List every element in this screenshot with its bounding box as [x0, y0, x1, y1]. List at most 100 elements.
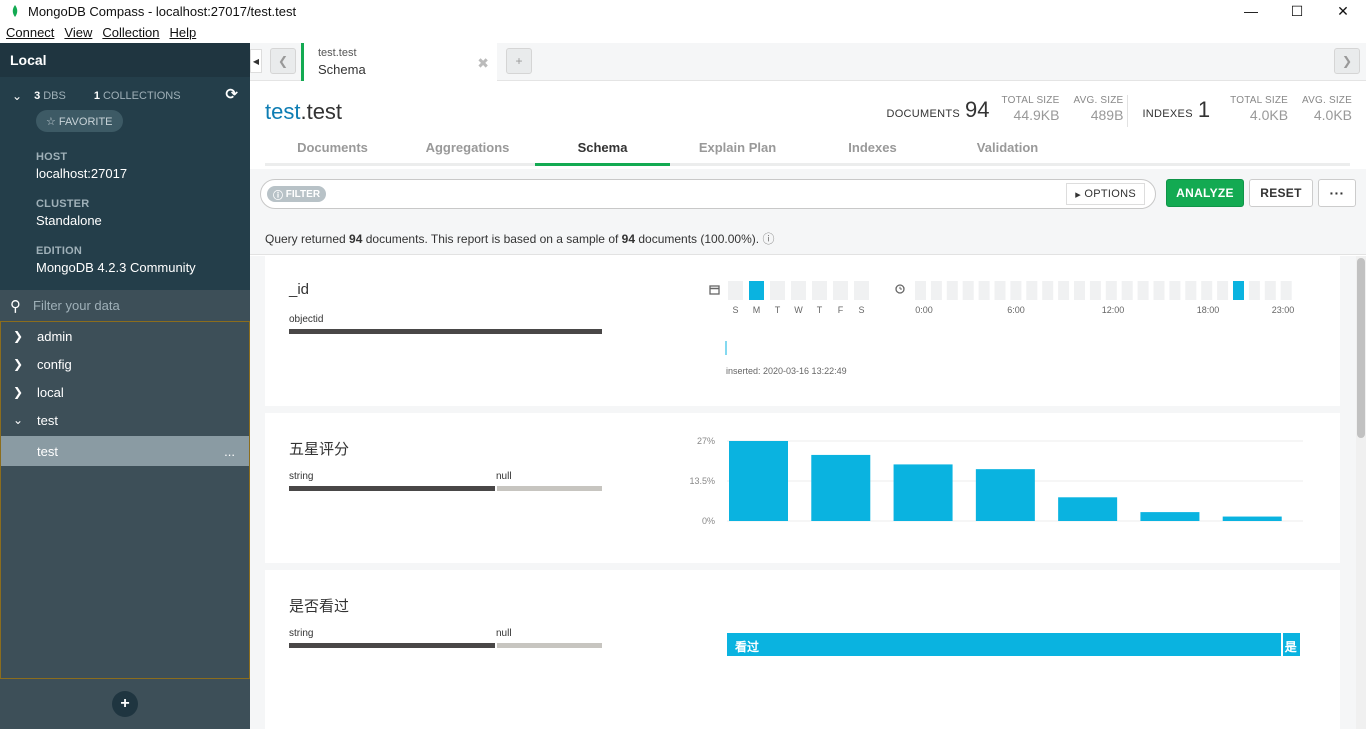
database-name: config [37, 356, 72, 372]
day-label: T [817, 305, 823, 315]
chart-bar[interactable] [1058, 497, 1118, 521]
type-bar-string[interactable] [289, 643, 495, 648]
type-bar-null[interactable] [497, 643, 602, 648]
menu-help[interactable]: Help [169, 25, 196, 40]
clock-icon [895, 284, 905, 294]
chart-bar[interactable] [893, 464, 953, 521]
day-label: S [858, 305, 864, 315]
tab-forward-button[interactable]: ❯ [1334, 48, 1360, 74]
close-icon[interactable]: ✖ [477, 55, 489, 72]
instance-details: HOST localhost:27017 CLUSTER Standalone … [0, 145, 250, 290]
value-bar-segment[interactable]: 是 [1282, 633, 1300, 656]
page-title: test.test [265, 99, 342, 125]
more-options-button[interactable]: ··· [1318, 179, 1356, 207]
database-name: test [37, 412, 58, 428]
tab-explain-plan[interactable]: Explain Plan [670, 130, 805, 163]
database-name: admin [37, 328, 73, 344]
tab-test-test[interactable]: test.test Schema ✖ [301, 43, 497, 81]
hour-label: 18:00 [1197, 305, 1220, 315]
tab-validation[interactable]: Validation [940, 130, 1075, 163]
type-bar-null[interactable] [497, 486, 602, 491]
chart-bar[interactable] [1140, 512, 1200, 521]
hour-bar [1153, 281, 1165, 300]
mongodb-leaf-icon [10, 5, 20, 17]
day-bar [854, 281, 869, 300]
hour-bar [1248, 281, 1260, 300]
options-button[interactable]: ▸ OPTIONS [1066, 183, 1145, 205]
y-tick-label: 0% [702, 516, 715, 526]
calendar-icon [709, 285, 720, 295]
tab-documents[interactable]: Documents [265, 130, 400, 163]
chart-bar[interactable] [975, 469, 1035, 521]
hour-label: 0:00 [915, 305, 933, 315]
tab-subtitle: Schema [318, 62, 366, 77]
hour-bar [994, 281, 1006, 300]
type-bar-string[interactable] [289, 486, 495, 491]
window-title: MongoDB Compass - localhost:27017/test.t… [28, 3, 297, 19]
hour-bar [1137, 281, 1149, 300]
day-label: M [753, 305, 761, 315]
analyze-button[interactable]: ANALYZE [1166, 179, 1244, 207]
hour-label: 6:00 [1007, 305, 1025, 315]
collection-more-button[interactable]: ... [224, 444, 235, 459]
avg-size-label: AVG. SIZE [1073, 95, 1124, 106]
info-icon[interactable]: ⓘ [762, 232, 774, 246]
database-name: local [37, 384, 64, 400]
tab-schema[interactable]: Schema [535, 130, 670, 166]
documents-count: 94 [965, 97, 990, 122]
sidebar-item-test[interactable]: ⌄ test [1, 406, 249, 434]
value-bar-segment[interactable]: 看过 [727, 633, 1283, 656]
hour-bar [978, 281, 990, 300]
filter-query-input[interactable]: ⓘ FILTER ▸ OPTIONS [260, 179, 1156, 209]
add-database-button[interactable]: + [112, 691, 138, 717]
hour-bar [1185, 281, 1197, 300]
type-label: null [496, 628, 512, 639]
scrollbar-thumb[interactable] [1357, 258, 1365, 438]
day-bar [749, 281, 764, 300]
menu-bar: Connect View Collection Help [0, 22, 1366, 43]
type-labels: objectid [289, 314, 602, 326]
favorite-button[interactable]: ☆ FAVORITE [36, 110, 123, 132]
hour-bar [1233, 281, 1244, 300]
total-size-label: TOTAL SIZE [1001, 95, 1060, 106]
hour-bar [1058, 281, 1070, 300]
refresh-icon[interactable]: ⟳ [225, 85, 238, 103]
stats-divider [1127, 95, 1129, 127]
maximize-button[interactable]: ☐ [1274, 0, 1320, 22]
sidebar-item-config[interactable]: ❯ config [1, 350, 249, 378]
reset-button[interactable]: RESET [1249, 179, 1313, 207]
hour-bar [1089, 281, 1101, 300]
chart-bar[interactable] [1222, 516, 1282, 521]
menu-view[interactable]: View [64, 25, 92, 40]
avg-size-value: 489B [1090, 107, 1124, 123]
tab-aggregations[interactable]: Aggregations [400, 130, 535, 163]
scrollbar[interactable] [1356, 256, 1366, 729]
query-bar: ⓘ FILTER ▸ OPTIONS ANALYZE RESET ··· Que… [250, 169, 1366, 255]
sidebar-item-collection-test[interactable]: test ... [1, 436, 249, 466]
host-label: HOST [36, 151, 68, 163]
chevron-down-icon[interactable]: ⌄ [12, 89, 22, 103]
hour-bar [1026, 281, 1038, 300]
tab-back-button[interactable]: ❮ [270, 48, 296, 74]
new-tab-button[interactable]: + [506, 48, 532, 74]
day-bar [770, 281, 785, 300]
sidebar-header: Local [0, 43, 250, 77]
chart-bar[interactable] [811, 454, 871, 521]
sidebar-item-admin[interactable]: ❯ admin [1, 322, 249, 350]
menu-collection[interactable]: Collection [102, 25, 159, 40]
close-button[interactable]: ✕ [1320, 0, 1366, 22]
minimize-button[interactable]: — [1228, 0, 1274, 22]
tab-indexes[interactable]: Indexes [805, 130, 940, 163]
edition-value: MongoDB 4.2.3 Community [36, 260, 196, 275]
inserted-label: inserted: 2020-03-16 13:22:49 [726, 366, 847, 376]
collapse-sidebar-button[interactable]: ◀ [250, 49, 262, 73]
menu-connect[interactable]: Connect [6, 25, 54, 40]
sidebar-item-local[interactable]: ❯ local [1, 378, 249, 406]
hour-bar [962, 281, 974, 300]
type-bar-objectid[interactable] [289, 329, 602, 334]
dbs-label: DBS [43, 90, 66, 102]
day-bar [728, 281, 743, 300]
filter-input[interactable] [33, 298, 213, 313]
total-size-value: 44.9KB [1013, 107, 1060, 123]
chart-bar[interactable] [729, 441, 788, 521]
